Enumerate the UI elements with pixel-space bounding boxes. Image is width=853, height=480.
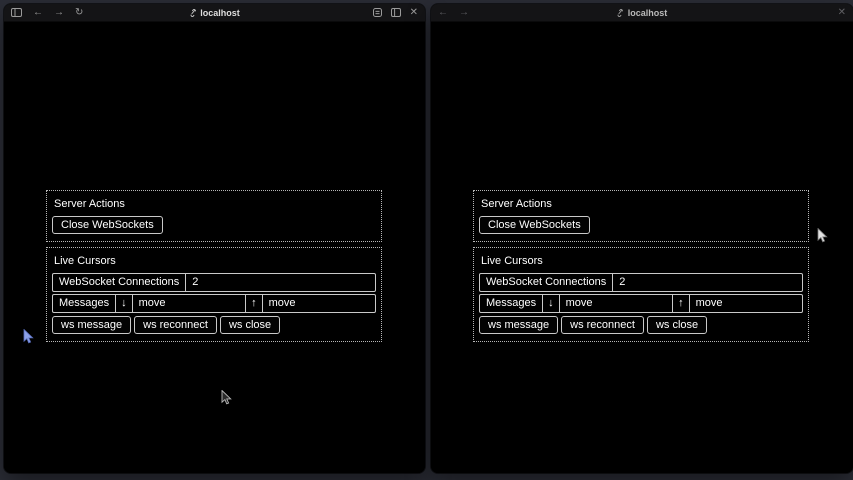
address-title[interactable]: localhost: [189, 8, 240, 18]
connections-row: WebSocket Connections 2: [52, 273, 376, 292]
browser-window-right: ← → localhost ✕ Server Actions Close Web…: [431, 4, 853, 473]
sidebar-toggle-icon[interactable]: [11, 8, 22, 17]
last-sent-message: move: [262, 295, 375, 312]
live-cursors-panel: Live Cursors WebSocket Connections 2 Mes…: [473, 247, 809, 342]
connections-row: WebSocket Connections 2: [479, 273, 803, 292]
live-cursors-label: Live Cursors: [54, 255, 376, 267]
ws-close-button[interactable]: ws close: [647, 316, 707, 334]
forward-button[interactable]: →: [54, 8, 64, 18]
ws-reconnect-button[interactable]: ws reconnect: [561, 316, 644, 334]
titlebar[interactable]: ← → ↻ localhost ✕: [4, 4, 425, 22]
close-websockets-button[interactable]: Close WebSockets: [52, 216, 163, 234]
ws-message-button[interactable]: ws message: [479, 316, 558, 334]
link-icon: [617, 9, 624, 17]
last-sent-message: move: [689, 295, 802, 312]
live-cursors-panel: Live Cursors WebSocket Connections 2 Mes…: [46, 247, 382, 342]
ws-reconnect-button[interactable]: ws reconnect: [134, 316, 217, 334]
last-received-message: move: [559, 295, 672, 312]
messages-row: Messages ↓ move ↑ move: [479, 294, 803, 313]
messages-row: Messages ↓ move ↑ move: [52, 294, 376, 313]
down-arrow-icon: ↓: [115, 295, 132, 312]
server-actions-label: Server Actions: [54, 198, 376, 210]
page-title: localhost: [200, 8, 240, 18]
back-button[interactable]: ←: [438, 8, 448, 18]
live-cursors-label: Live Cursors: [481, 255, 803, 267]
server-actions-panel: Server Actions Close WebSockets: [46, 190, 382, 242]
split-view-icon[interactable]: [391, 8, 401, 17]
server-actions-label: Server Actions: [481, 198, 803, 210]
connections-value: 2: [612, 274, 802, 291]
connections-label: WebSocket Connections: [53, 274, 185, 291]
messages-label: Messages: [53, 295, 115, 312]
address-title[interactable]: localhost: [617, 8, 668, 18]
connections-label: WebSocket Connections: [480, 274, 612, 291]
page-content: Server Actions Close WebSockets Live Cur…: [431, 22, 853, 473]
reload-button[interactable]: ↻: [75, 8, 83, 18]
browser-window-left: ← → ↻ localhost ✕ Server Actions Close W…: [4, 4, 425, 473]
page-content: Server Actions Close WebSockets Live Cur…: [4, 22, 425, 473]
close-icon[interactable]: ✕: [410, 8, 418, 18]
messages-label: Messages: [480, 295, 542, 312]
titlebar[interactable]: ← → localhost ✕: [431, 4, 853, 22]
ws-close-button[interactable]: ws close: [220, 316, 280, 334]
back-button[interactable]: ←: [33, 8, 43, 18]
link-icon: [189, 9, 196, 17]
up-arrow-icon: ↑: [672, 295, 689, 312]
reader-icon[interactable]: [373, 8, 382, 17]
ws-message-button[interactable]: ws message: [52, 316, 131, 334]
last-received-message: move: [132, 295, 245, 312]
close-websockets-button[interactable]: Close WebSockets: [479, 216, 590, 234]
connections-value: 2: [185, 274, 375, 291]
down-arrow-icon: ↓: [542, 295, 559, 312]
server-actions-panel: Server Actions Close WebSockets: [473, 190, 809, 242]
close-icon[interactable]: ✕: [838, 8, 846, 18]
page-title: localhost: [628, 8, 668, 18]
forward-button[interactable]: →: [459, 8, 469, 18]
up-arrow-icon: ↑: [245, 295, 262, 312]
